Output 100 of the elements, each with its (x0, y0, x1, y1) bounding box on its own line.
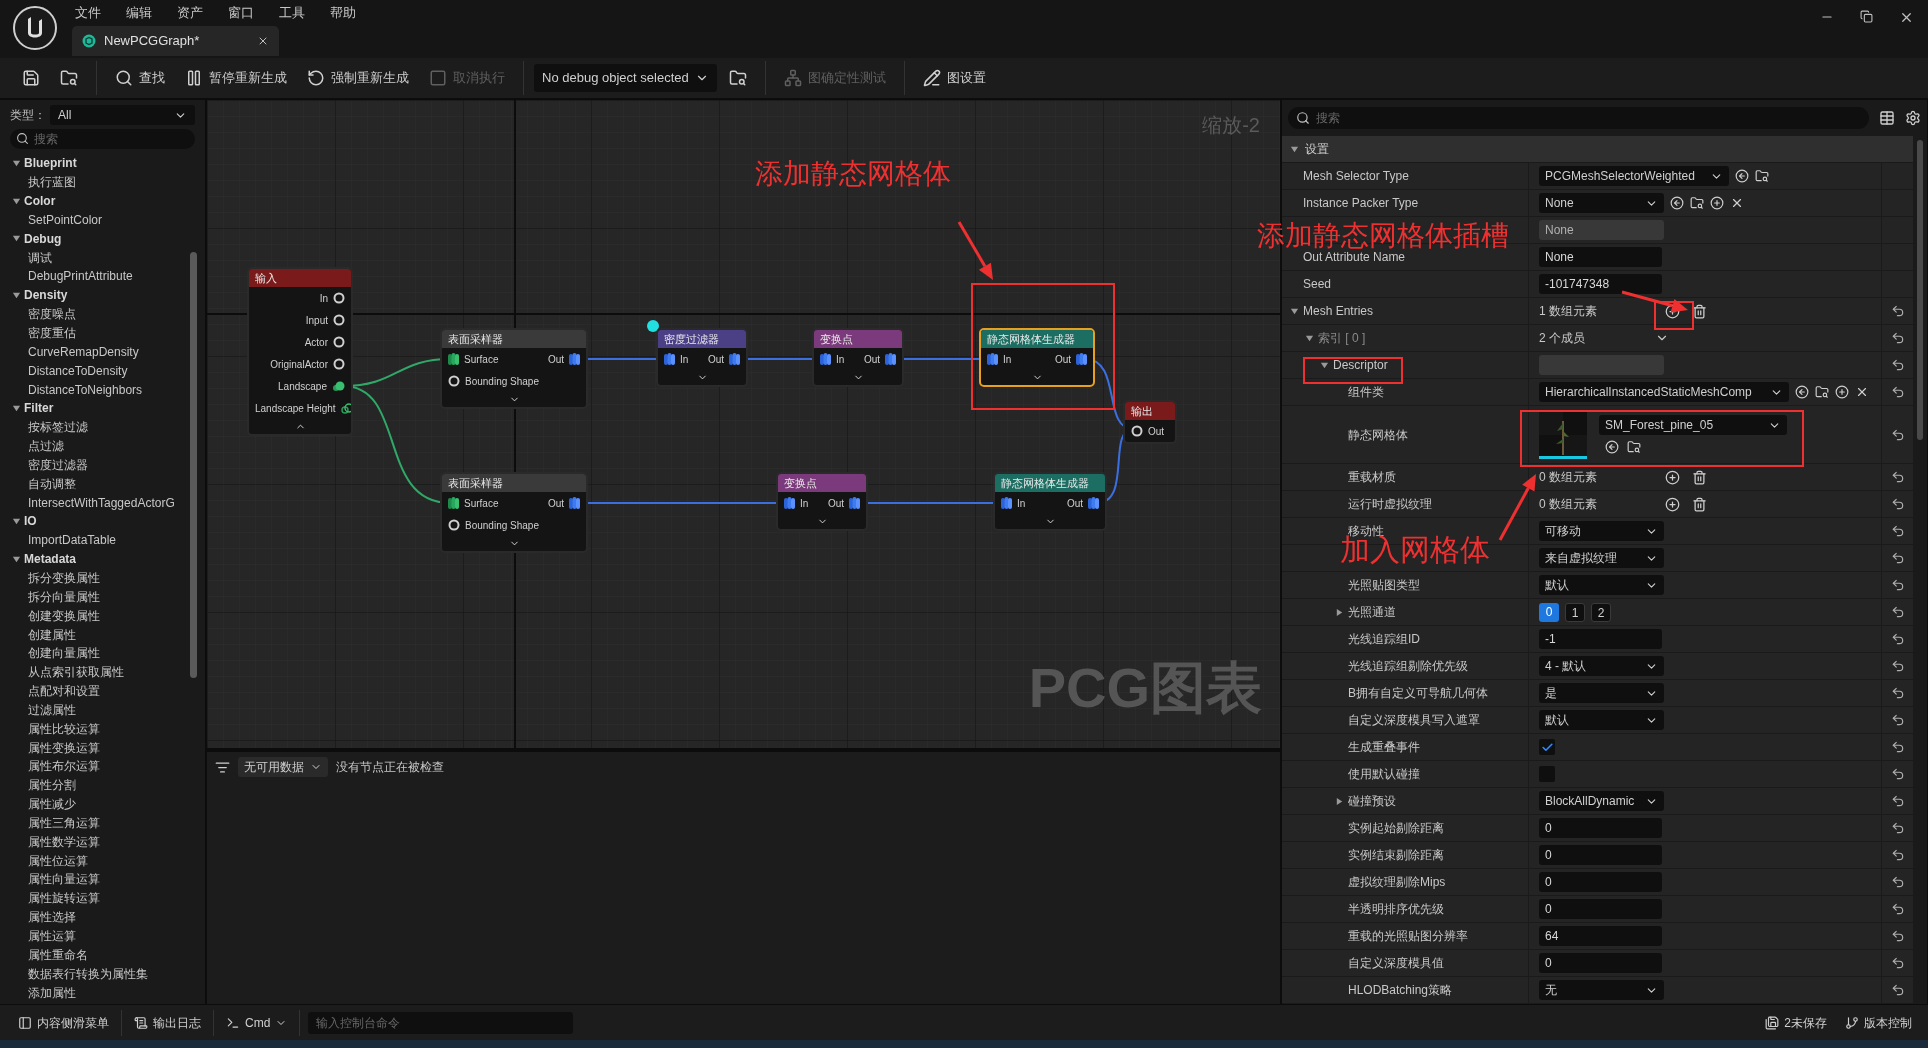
point-pin-icon[interactable] (729, 352, 740, 366)
node-list-item[interactable]: 属性变换运算 (28, 738, 100, 757)
reset-icon[interactable] (1890, 470, 1905, 484)
pin-icon[interactable] (333, 314, 345, 326)
engine-logo[interactable] (12, 5, 58, 51)
category-label[interactable]: Density (24, 286, 68, 305)
reset-icon[interactable] (1890, 659, 1905, 673)
node-list-item[interactable]: 属性布尔运算 (28, 757, 100, 776)
expander-icon[interactable] (1290, 144, 1299, 154)
status-bar-button[interactable]: 版本控制 (1839, 1009, 1918, 1036)
node-list-item[interactable]: 点过滤 (28, 437, 64, 456)
point-pin-icon[interactable] (1076, 352, 1087, 366)
node-list-item[interactable]: 属性运算 (28, 927, 76, 945)
value-dropdown[interactable]: 默认 (1539, 575, 1664, 595)
add-icon[interactable] (1710, 196, 1724, 210)
text-field[interactable]: None (1539, 247, 1662, 267)
scrollbar[interactable] (190, 252, 197, 678)
delete-icon[interactable] (1692, 469, 1707, 485)
text-field[interactable]: 64 (1539, 926, 1662, 946)
pin-icon[interactable] (448, 519, 460, 531)
category-label[interactable]: Metadata (24, 550, 76, 569)
pin-icon[interactable] (1131, 425, 1143, 437)
close-icon[interactable] (257, 35, 269, 47)
text-field[interactable]: 0 (1539, 953, 1662, 973)
expander-icon[interactable] (1304, 333, 1314, 343)
node-list-item[interactable]: 调试 (28, 248, 52, 267)
clear-icon[interactable] (1855, 385, 1869, 399)
add-icon[interactable] (1665, 469, 1680, 485)
node-list-item[interactable]: 属性减少 (28, 795, 76, 814)
reset-icon[interactable] (1890, 821, 1905, 835)
reset-icon[interactable] (1890, 497, 1905, 511)
document-tab[interactable]: NewPCGGraph* (72, 26, 279, 56)
delete-icon[interactable] (1692, 496, 1707, 512)
point-pin-icon[interactable] (664, 352, 675, 366)
point-pin-icon[interactable] (569, 496, 580, 510)
expander-icon[interactable] (1334, 607, 1344, 617)
reset-icon[interactable] (1890, 385, 1905, 399)
text-field[interactable]: -1 (1539, 629, 1662, 649)
use-selected-icon[interactable] (1735, 169, 1749, 183)
surface-pin-icon[interactable] (448, 496, 459, 510)
value-dropdown[interactable]: SM_Forest_pine_05 (1599, 415, 1787, 435)
type-dropdown[interactable]: All (50, 105, 195, 125)
reset-icon[interactable] (1890, 740, 1905, 754)
node-list-item[interactable]: DistanceToNeighbors (28, 380, 143, 399)
height-pin-icon[interactable] (340, 402, 351, 414)
menu-item[interactable]: 文件 (75, 3, 101, 23)
node-list-item[interactable]: DistanceToDensity (28, 361, 128, 380)
reset-icon[interactable] (1890, 605, 1905, 619)
reset-icon[interactable] (1890, 767, 1905, 781)
node-list-item[interactable]: 属性重命名 (28, 945, 88, 964)
pin-icon[interactable] (333, 292, 345, 304)
menu-item[interactable]: 窗口 (228, 3, 254, 23)
node-list-item[interactable]: 属性三角运算 (28, 813, 100, 832)
surface-pin-icon[interactable] (448, 352, 459, 366)
data-dropdown[interactable]: 无可用数据 (238, 757, 328, 777)
graph-node[interactable]: 静态网格体生成器 In Out (993, 472, 1107, 531)
reset-icon[interactable] (1890, 848, 1905, 862)
value-dropdown[interactable]: 可移动 (1539, 521, 1664, 541)
node-list-item[interactable]: SetPointColor (28, 210, 103, 229)
pin-icon[interactable] (333, 358, 345, 370)
clear-icon[interactable] (1730, 196, 1744, 210)
menu-item[interactable]: 资产 (177, 3, 203, 23)
node-list-item[interactable]: DebugPrintAttribute (28, 267, 133, 286)
category-label[interactable]: IO (24, 512, 37, 531)
expander-icon[interactable] (12, 403, 21, 413)
node-list-item[interactable]: 属性向量运算 (28, 870, 100, 889)
node-list-item[interactable]: 拆分变换属性 (28, 569, 100, 587)
text-field[interactable]: -101747348 (1539, 274, 1662, 294)
point-pin-icon[interactable] (569, 352, 580, 366)
menu-item[interactable]: 工具 (279, 3, 305, 23)
node-list-item[interactable]: ImportDataTable (28, 531, 117, 550)
text-field[interactable]: 0 (1539, 872, 1662, 892)
node-list-item[interactable]: 密度重估 (28, 324, 76, 342)
toolbar-button[interactable]: 暂停重新生成 (177, 63, 295, 93)
text-field[interactable]: 0 (1539, 899, 1662, 919)
node-list-item[interactable]: 创建属性 (28, 625, 76, 644)
value-dropdown[interactable]: HierarchicalInstancedStaticMeshComp (1539, 382, 1789, 402)
reset-icon[interactable] (1890, 427, 1905, 442)
browse-icon[interactable] (1815, 385, 1829, 399)
expander-icon[interactable] (12, 196, 21, 206)
node-list-item[interactable]: IntersectWithTaggedActorG (28, 493, 175, 512)
reset-icon[interactable] (1890, 956, 1905, 970)
text-field[interactable]: 0 (1539, 818, 1662, 838)
expander-icon[interactable] (12, 158, 21, 168)
node-list-item[interactable]: 密度过滤器 (28, 455, 88, 474)
browse-icon[interactable] (1755, 169, 1769, 183)
pin-icon[interactable] (448, 375, 460, 387)
settings-icon[interactable] (1905, 110, 1921, 126)
search-field[interactable]: 搜索 (1288, 107, 1869, 129)
reset-icon[interactable] (1890, 524, 1905, 538)
node-list-item[interactable]: 按标签过滤 (28, 418, 88, 437)
node-list-item[interactable]: 密度噪点 (28, 305, 76, 324)
reset-icon[interactable] (1890, 632, 1905, 646)
status-bar-button[interactable]: 内容侧滑菜单 (10, 1009, 117, 1036)
node-list-item[interactable]: 属性位运算 (28, 851, 88, 870)
node-list-item[interactable]: 执行蓝图 (28, 173, 76, 192)
expander-icon[interactable] (12, 290, 21, 300)
filter-icon[interactable] (215, 759, 230, 775)
browse-icon[interactable] (1690, 196, 1704, 210)
delete-icon[interactable] (1692, 303, 1707, 319)
